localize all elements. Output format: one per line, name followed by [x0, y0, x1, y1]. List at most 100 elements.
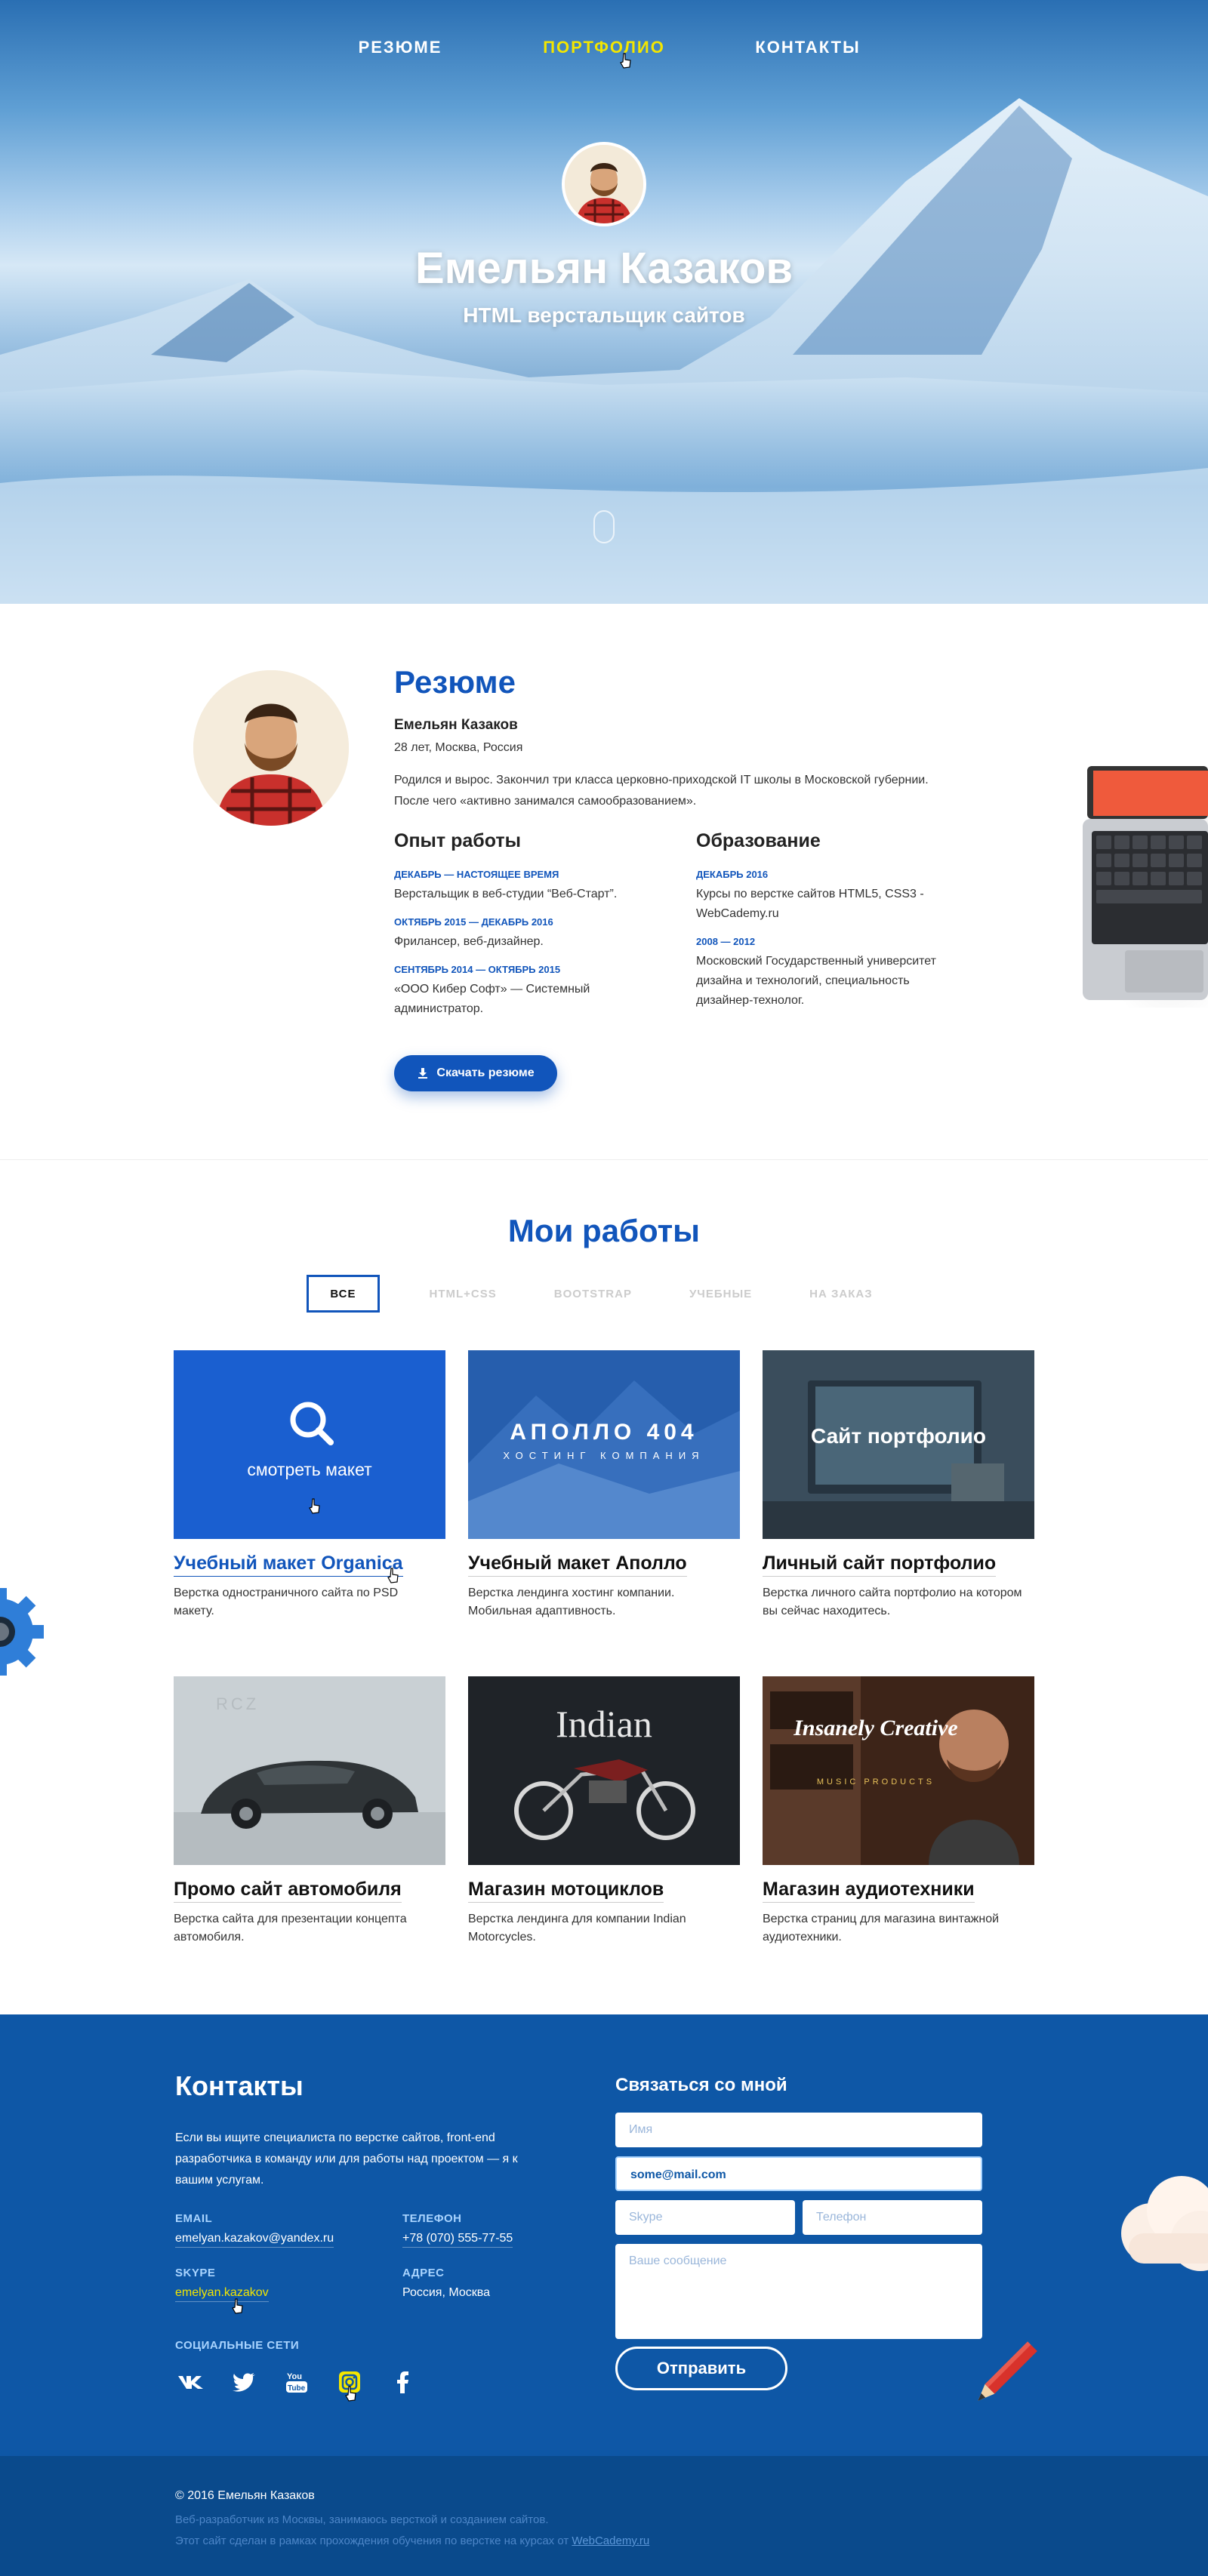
thumb-title: Сайт портфолио	[811, 1424, 986, 1448]
work-thumb[interactable]: АПОЛЛО 404 ХОСТИНГ КОМПАНИЯ	[468, 1350, 740, 1539]
work-title[interactable]: Личный сайт портфолио	[763, 1553, 997, 1577]
scroll-down-indicator[interactable]	[593, 510, 615, 543]
experience-column: Опыт работы ДЕКАБРЬ — НАСТОЯЩЕЕ ВРЕМЯ Ве…	[394, 830, 666, 1031]
works-filters: ВСЕ HTML+CSS BOOTSTRAP УЧЕБНЫЕ НА ЗАКАЗ	[0, 1275, 1208, 1313]
resume-section: Резюме Емельян Казаков 28 лет, Москва, Р…	[0, 604, 1208, 1160]
nav-item-portfolio[interactable]: ПОРТФОЛИО	[502, 38, 706, 57]
nav-item-contacts[interactable]: КОНТАКТЫ	[706, 38, 910, 57]
contacts-section: Контакты Если вы ищите специалиста по ве…	[0, 2014, 1208, 2456]
download-resume-button[interactable]: Скачать резюме	[394, 1055, 557, 1091]
address-label: АДРЕС	[402, 2267, 445, 2279]
filter-all[interactable]: ВСЕ	[307, 1275, 380, 1313]
hero-name: Емельян Казаков	[414, 244, 794, 293]
work-thumb[interactable]: Insanely Creative MUSIC PRODUCTS	[763, 1676, 1034, 1865]
youtube-icon[interactable]: You Tube	[281, 2366, 313, 2398]
work-desc: Верстка лендинга хостинг компании. Мобил…	[468, 1587, 675, 1617]
education-column: Образование ДЕКАБРЬ 2016 Курсы по верстк…	[696, 830, 968, 1023]
education-text: Московский Государственный университет д…	[696, 955, 936, 1007]
work-thumb[interactable]: RCZ	[174, 1676, 445, 1865]
work-desc: Верстка страниц для магазина винтажной а…	[763, 1913, 1000, 1944]
resume-avatar	[193, 670, 349, 826]
svg-text:Tube: Tube	[288, 2384, 306, 2393]
email-link[interactable]: emelyan.kazakov@yandex.ru	[175, 2232, 334, 2248]
thumb-subtitle: ХОСТИНГ КОМПАНИЯ	[503, 1450, 705, 1461]
email-input[interactable]: some@mail.com	[615, 2156, 982, 2191]
experience-item: ОКТЯБРЬ 2015 — ДЕКАБРЬ 2016 Фрилансер, в…	[394, 916, 666, 952]
footer: © 2016 Емельян Казаков Веб-разработчик и…	[0, 2456, 1208, 2576]
footer-line-text: Этот сайт сделан в рамках прохождения об…	[175, 2534, 572, 2547]
education-title: Образование	[696, 830, 821, 851]
phone-link[interactable]: +78 (070) 555-77-55	[402, 2232, 513, 2248]
thumb-title: RCZ	[216, 1694, 260, 1713]
filter-custom[interactable]: НА ЗАКАЗ	[781, 1275, 901, 1313]
hand-cursor-icon	[309, 1498, 320, 1514]
work-desc: Верстка лендинга для компании Indian Mot…	[468, 1913, 686, 1944]
phone-label: ТЕЛЕФОН	[402, 2212, 462, 2225]
address-value: Россия, Москва	[402, 2286, 490, 2299]
work-thumb[interactable]: Indian	[468, 1676, 740, 1865]
download-icon	[418, 1068, 428, 1079]
work-thumb[interactable]: смотреть макет	[174, 1350, 445, 1539]
facebook-icon[interactable]	[387, 2366, 418, 2398]
hero-section: РЕЗЮМЕ ПОРТФОЛИО КОНТАКТЫ Емельян Казако…	[0, 0, 1208, 604]
name-input[interactable]: Имя	[615, 2113, 982, 2147]
footer-line: Этот сайт сделан в рамках прохождения об…	[175, 2534, 649, 2547]
email-label: EMAIL	[175, 2212, 213, 2225]
view-mockup-label: смотреть макет	[247, 1460, 372, 1479]
work-title[interactable]: Промо сайт автомобиля	[174, 1879, 402, 1903]
work-card-moto[interactable]: Indian Магазин мотоциклов Верстка лендин…	[468, 1676, 740, 1947]
resume-bio-line: После чего «активно занимался самообразо…	[394, 795, 697, 808]
message-textarea[interactable]: Ваше сообщение	[615, 2244, 982, 2339]
filter-educational[interactable]: УЧЕБНЫЕ	[661, 1275, 781, 1313]
work-title[interactable]: Учебный макет Аполло	[468, 1553, 687, 1577]
experience-item: СЕНТЯБРЬ 2014 — ОКТЯБРЬ 2015 «ООО Кибер …	[394, 964, 666, 1019]
work-card-audio[interactable]: Insanely Creative MUSIC PRODUCTS Магазин…	[763, 1676, 1034, 1947]
education-item: ДЕКАБРЬ 2016 Курсы по верстке сайтов HTM…	[696, 869, 968, 924]
nav-item-resume[interactable]: РЕЗЮМЕ	[298, 38, 502, 57]
education-date: 2008 — 2012	[696, 936, 756, 947]
experience-item: ДЕКАБРЬ — НАСТОЯЩЕЕ ВРЕМЯ Верстальщик в …	[394, 869, 666, 904]
resume-age-city: 28 лет, Москва, Россия	[394, 741, 523, 754]
filter-bootstrap[interactable]: BOOTSTRAP	[525, 1275, 661, 1313]
vk-icon[interactable]	[175, 2366, 207, 2398]
work-title[interactable]: Магазин мотоциклов	[468, 1879, 664, 1903]
work-thumb[interactable]: Сайт портфолио	[763, 1350, 1034, 1539]
work-card-car[interactable]: RCZ Промо сайт автомобиля Верстка сайта …	[174, 1676, 445, 1947]
experience-date: ОКТЯБРЬ 2015 — ДЕКАБРЬ 2016	[394, 916, 553, 928]
education-text: Курсы по верстке сайтов HTML5, CSS3 - We…	[696, 888, 924, 920]
filter-html-css[interactable]: HTML+CSS	[401, 1275, 525, 1313]
experience-text: «ООО Кибер Софт» — Системный администрат…	[394, 983, 590, 1015]
hero-subtitle: HTML верстальщик сайтов	[463, 303, 745, 327]
send-button[interactable]: Отправить	[615, 2347, 787, 2390]
works-title: Мои работы	[507, 1213, 701, 1248]
footer-copyright: © 2016 Емельян Казаков	[175, 2489, 315, 2502]
work-card-portfolio[interactable]: Сайт портфолио Личный сайт портфолио Вер…	[763, 1350, 1034, 1620]
experience-date: СЕНТЯБРЬ 2014 — ОКТЯБРЬ 2015	[394, 964, 561, 975]
skype-input[interactable]: Skype	[615, 2200, 795, 2235]
experience-title: Опыт работы	[394, 830, 521, 851]
laptop-illustration	[1080, 766, 1208, 1008]
skype-label: SKYPE	[175, 2267, 216, 2279]
work-desc: Верстка сайта для презентации концепта а…	[174, 1913, 407, 1944]
webcademy-link[interactable]: WebCademy.ru	[572, 2534, 649, 2547]
work-title[interactable]: Магазин аудиотехники	[763, 1879, 975, 1903]
thumb-title: Indian	[556, 1703, 652, 1745]
experience-text: Верстальщик в веб-студии “Веб-Старт”.	[394, 888, 618, 900]
education-date: ДЕКАБРЬ 2016	[696, 869, 769, 880]
form-title: Связаться со мной	[615, 2075, 787, 2095]
experience-date: ДЕКАБРЬ — НАСТОЯЩЕЕ ВРЕМЯ	[394, 869, 559, 880]
work-card-organica[interactable]: смотреть макет Учебный макет Organica Ве…	[174, 1350, 445, 1620]
skype-link[interactable]: emelyan.kazakov	[175, 2286, 269, 2302]
hand-cursor-icon	[232, 2298, 243, 2314]
thumb-title: Insanely Creative	[794, 1716, 958, 1740]
education-item: 2008 — 2012 Московский Государственный у…	[696, 936, 968, 1011]
work-title[interactable]: Учебный макет Organica	[174, 1553, 403, 1577]
work-card-apollo[interactable]: АПОЛЛО 404 ХОСТИНГ КОМПАНИЯ Учебный маке…	[468, 1350, 740, 1620]
social-links: You Tube	[175, 2366, 418, 2398]
twitter-icon[interactable]	[228, 2366, 260, 2398]
phone-input[interactable]: Телефон	[803, 2200, 982, 2235]
cloud-illustration	[1121, 2176, 1208, 2271]
pencil-illustration	[978, 2341, 1037, 2401]
main-nav: РЕЗЮМЕ ПОРТФОЛИО КОНТАКТЫ	[0, 38, 1208, 57]
resume-bio: Родился и вырос. Закончил три класса цер…	[394, 770, 998, 812]
